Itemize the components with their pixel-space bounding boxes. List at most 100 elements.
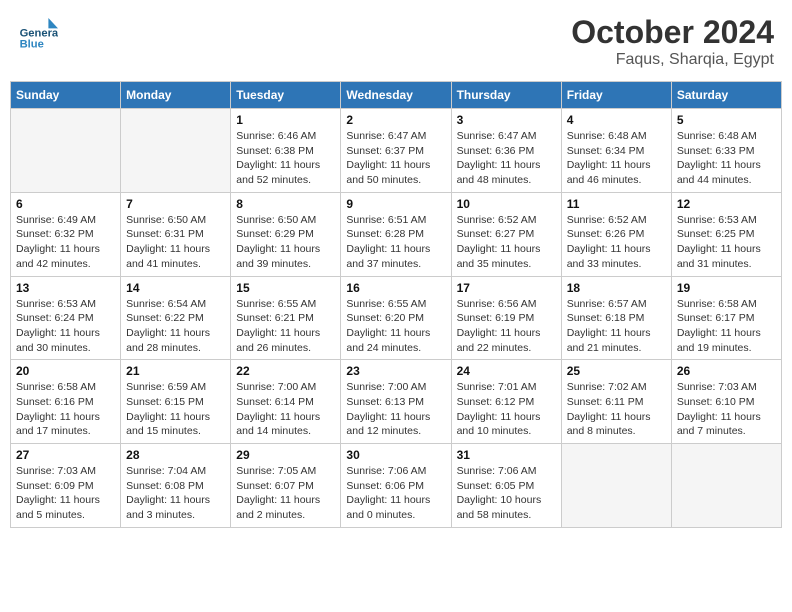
day-number: 27 bbox=[16, 448, 115, 462]
day-cell: 30Sunrise: 7:06 AMSunset: 6:06 PMDayligh… bbox=[341, 444, 451, 528]
day-number: 4 bbox=[567, 113, 666, 127]
day-number: 1 bbox=[236, 113, 335, 127]
day-detail: Sunrise: 6:52 AMSunset: 6:27 PMDaylight:… bbox=[457, 213, 556, 272]
day-cell: 6Sunrise: 6:49 AMSunset: 6:32 PMDaylight… bbox=[11, 192, 121, 276]
day-detail: Sunrise: 6:56 AMSunset: 6:19 PMDaylight:… bbox=[457, 297, 556, 356]
day-number: 7 bbox=[126, 197, 225, 211]
day-cell: 7Sunrise: 6:50 AMSunset: 6:31 PMDaylight… bbox=[121, 192, 231, 276]
col-header-sunday: Sunday bbox=[11, 82, 121, 109]
day-number: 14 bbox=[126, 281, 225, 295]
day-detail: Sunrise: 7:03 AMSunset: 6:10 PMDaylight:… bbox=[677, 380, 776, 439]
day-number: 5 bbox=[677, 113, 776, 127]
day-cell: 1 Sunrise: 6:46 AMSunset: 6:38 PMDaylight… bbox=[231, 109, 341, 193]
day-detail: Sunrise: 6:46 AMSunset: 6:38 PMDaylight:… bbox=[236, 129, 335, 188]
day-cell: 11 Sunrise: 6:52 AMSunset: 6:26 PMDayligh… bbox=[561, 192, 671, 276]
day-cell: 24Sunrise: 7:01 AMSunset: 6:12 PMDayligh… bbox=[451, 360, 561, 444]
day-detail: Sunrise: 6:49 AMSunset: 6:32 PMDaylight:… bbox=[16, 213, 115, 272]
day-detail: Sunrise: 7:04 AMSunset: 6:08 PMDaylight:… bbox=[126, 464, 225, 523]
page-header: General Blue October 2024 Faqus, Sharqia… bbox=[10, 10, 782, 73]
col-header-saturday: Saturday bbox=[671, 82, 781, 109]
day-cell bbox=[121, 109, 231, 193]
day-cell bbox=[671, 444, 781, 528]
day-detail: Sunrise: 6:48 AMSunset: 6:33 PMDaylight:… bbox=[677, 129, 776, 188]
day-cell: 21 Sunrise: 6:59 AMSunset: 6:15 PMDayligh… bbox=[121, 360, 231, 444]
col-header-monday: Monday bbox=[121, 82, 231, 109]
day-detail: Sunrise: 7:00 AMSunset: 6:13 PMDaylight:… bbox=[346, 380, 445, 439]
day-detail: Sunrise: 6:52 AMSunset: 6:26 PMDaylight:… bbox=[567, 213, 666, 272]
week-row-2: 6Sunrise: 6:49 AMSunset: 6:32 PMDaylight… bbox=[11, 192, 782, 276]
day-detail: Sunrise: 6:53 AMSunset: 6:24 PMDaylight:… bbox=[16, 297, 115, 356]
day-cell: 28 Sunrise: 7:04 AMSunset: 6:08 PMDayligh… bbox=[121, 444, 231, 528]
day-cell: 4 Sunrise: 6:48 AMSunset: 6:34 PMDaylight… bbox=[561, 109, 671, 193]
day-cell: 23 Sunrise: 7:00 AMSunset: 6:13 PMDayligh… bbox=[341, 360, 451, 444]
day-detail: Sunrise: 7:03 AMSunset: 6:09 PMDaylight:… bbox=[16, 464, 115, 523]
day-detail: Sunrise: 6:55 AMSunset: 6:20 PMDaylight:… bbox=[346, 297, 445, 356]
week-row-4: 20 Sunrise: 6:58 AMSunset: 6:16 PMDayligh… bbox=[11, 360, 782, 444]
day-detail: Sunrise: 6:50 AMSunset: 6:29 PMDaylight:… bbox=[236, 213, 335, 272]
day-cell bbox=[561, 444, 671, 528]
day-number: 29 bbox=[236, 448, 335, 462]
day-detail: Sunrise: 6:58 AMSunset: 6:17 PMDaylight:… bbox=[677, 297, 776, 356]
day-detail: Sunrise: 6:48 AMSunset: 6:34 PMDaylight:… bbox=[567, 129, 666, 188]
day-detail: Sunrise: 6:59 AMSunset: 6:15 PMDaylight:… bbox=[126, 380, 225, 439]
day-number: 3 bbox=[457, 113, 556, 127]
day-cell: 15Sunrise: 6:55 AMSunset: 6:21 PMDayligh… bbox=[231, 276, 341, 360]
day-cell: 5 Sunrise: 6:48 AMSunset: 6:33 PMDaylight… bbox=[671, 109, 781, 193]
day-detail: Sunrise: 6:51 AMSunset: 6:28 PMDaylight:… bbox=[346, 213, 445, 272]
day-number: 19 bbox=[677, 281, 776, 295]
week-row-5: 27 Sunrise: 7:03 AMSunset: 6:09 PMDayligh… bbox=[11, 444, 782, 528]
day-cell: 9Sunrise: 6:51 AMSunset: 6:28 PMDaylight… bbox=[341, 192, 451, 276]
day-detail: Sunrise: 7:06 AMSunset: 6:06 PMDaylight:… bbox=[346, 464, 445, 523]
day-cell: 27 Sunrise: 7:03 AMSunset: 6:09 PMDayligh… bbox=[11, 444, 121, 528]
calendar-table: SundayMondayTuesdayWednesdayThursdayFrid… bbox=[10, 81, 782, 528]
day-cell: 8Sunrise: 6:50 AMSunset: 6:29 PMDaylight… bbox=[231, 192, 341, 276]
month-year-title: October 2024 bbox=[571, 14, 774, 51]
day-cell: 14 Sunrise: 6:54 AMSunset: 6:22 PMDayligh… bbox=[121, 276, 231, 360]
logo-icon: General Blue bbox=[18, 14, 58, 54]
day-cell: 19 Sunrise: 6:58 AMSunset: 6:17 PMDayligh… bbox=[671, 276, 781, 360]
day-detail: Sunrise: 6:58 AMSunset: 6:16 PMDaylight:… bbox=[16, 380, 115, 439]
col-header-friday: Friday bbox=[561, 82, 671, 109]
day-cell: 25Sunrise: 7:02 AMSunset: 6:11 PMDayligh… bbox=[561, 360, 671, 444]
day-detail: Sunrise: 7:01 AMSunset: 6:12 PMDaylight:… bbox=[457, 380, 556, 439]
day-number: 23 bbox=[346, 364, 445, 378]
day-number: 16 bbox=[346, 281, 445, 295]
day-detail: Sunrise: 6:47 AMSunset: 6:37 PMDaylight:… bbox=[346, 129, 445, 188]
day-number: 17 bbox=[457, 281, 556, 295]
col-header-tuesday: Tuesday bbox=[231, 82, 341, 109]
day-cell: 2Sunrise: 6:47 AMSunset: 6:37 PMDaylight… bbox=[341, 109, 451, 193]
day-detail: Sunrise: 6:47 AMSunset: 6:36 PMDaylight:… bbox=[457, 129, 556, 188]
day-cell: 22 Sunrise: 7:00 AMSunset: 6:14 PMDayligh… bbox=[231, 360, 341, 444]
day-cell: 16 Sunrise: 6:55 AMSunset: 6:20 PMDayligh… bbox=[341, 276, 451, 360]
day-detail: Sunrise: 7:05 AMSunset: 6:07 PMDaylight:… bbox=[236, 464, 335, 523]
location-subtitle: Faqus, Sharqia, Egypt bbox=[571, 51, 774, 69]
day-number: 15 bbox=[236, 281, 335, 295]
day-detail: Sunrise: 6:54 AMSunset: 6:22 PMDaylight:… bbox=[126, 297, 225, 356]
day-detail: Sunrise: 7:00 AMSunset: 6:14 PMDaylight:… bbox=[236, 380, 335, 439]
day-cell: 20 Sunrise: 6:58 AMSunset: 6:16 PMDayligh… bbox=[11, 360, 121, 444]
day-detail: Sunrise: 6:53 AMSunset: 6:25 PMDaylight:… bbox=[677, 213, 776, 272]
day-number: 12 bbox=[677, 197, 776, 211]
day-number: 13 bbox=[16, 281, 115, 295]
day-cell: 13 Sunrise: 6:53 AMSunset: 6:24 PMDayligh… bbox=[11, 276, 121, 360]
logo: General Blue bbox=[18, 14, 62, 54]
day-number: 11 bbox=[567, 197, 666, 211]
day-detail: Sunrise: 7:02 AMSunset: 6:11 PMDaylight:… bbox=[567, 380, 666, 439]
title-block: October 2024 Faqus, Sharqia, Egypt bbox=[571, 14, 774, 69]
day-number: 21 bbox=[126, 364, 225, 378]
day-cell: 26Sunrise: 7:03 AMSunset: 6:10 PMDayligh… bbox=[671, 360, 781, 444]
svg-text:General: General bbox=[20, 27, 58, 39]
day-detail: Sunrise: 6:57 AMSunset: 6:18 PMDaylight:… bbox=[567, 297, 666, 356]
week-row-1: 1 Sunrise: 6:46 AMSunset: 6:38 PMDaylight… bbox=[11, 109, 782, 193]
day-cell: 17 Sunrise: 6:56 AMSunset: 6:19 PMDayligh… bbox=[451, 276, 561, 360]
week-row-3: 13 Sunrise: 6:53 AMSunset: 6:24 PMDayligh… bbox=[11, 276, 782, 360]
day-cell: 31Sunrise: 7:06 AMSunset: 6:05 PMDayligh… bbox=[451, 444, 561, 528]
day-number: 20 bbox=[16, 364, 115, 378]
header-row: SundayMondayTuesdayWednesdayThursdayFrid… bbox=[11, 82, 782, 109]
day-cell: 29 Sunrise: 7:05 AMSunset: 6:07 PMDayligh… bbox=[231, 444, 341, 528]
day-number: 28 bbox=[126, 448, 225, 462]
day-number: 22 bbox=[236, 364, 335, 378]
day-cell: 10Sunrise: 6:52 AMSunset: 6:27 PMDayligh… bbox=[451, 192, 561, 276]
day-cell bbox=[11, 109, 121, 193]
day-cell: 3 Sunrise: 6:47 AMSunset: 6:36 PMDaylight… bbox=[451, 109, 561, 193]
